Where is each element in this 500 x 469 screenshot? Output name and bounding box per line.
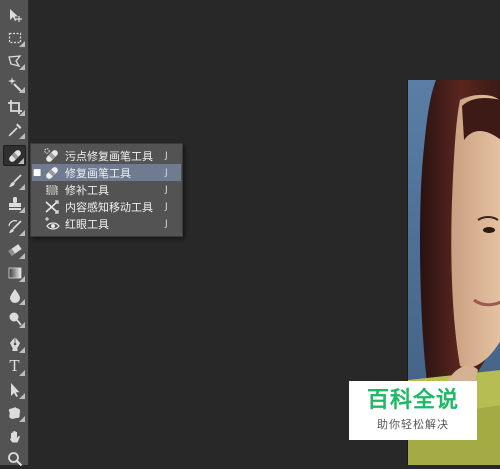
patch-icon [42, 181, 62, 198]
clone-stamp-tool[interactable] [3, 193, 26, 214]
healing-tools-flyout: 污点修复画笔工具 J ■ 修复画笔工具 J 修补工具 J 内容感知移动工具 J … [30, 143, 183, 237]
red-eye-item[interactable]: 红眼工具 J [32, 215, 181, 232]
tools-panel: T [0, 0, 29, 466]
crop-tool[interactable] [3, 96, 26, 117]
spot-healing-icon [42, 147, 62, 164]
eraser-tool[interactable] [3, 239, 26, 260]
flyout-item-shortcut: J [165, 218, 168, 229]
marquee-tool[interactable] [3, 27, 26, 48]
flyout-item-label: 内容感知移动工具 [65, 200, 153, 214]
magnifier-icon [7, 451, 22, 466]
zoom-tool[interactable] [3, 448, 26, 469]
flyout-item-label: 修补工具 [65, 183, 109, 197]
eyedropper-tool[interactable] [3, 119, 26, 140]
healing-brush-tool[interactable] [3, 145, 26, 166]
flyout-item-label: 修复画笔工具 [65, 166, 131, 180]
flyout-item-shortcut: J [165, 201, 168, 212]
content-aware-move-icon [42, 198, 62, 215]
move-tool[interactable] [3, 4, 26, 25]
dodge-tool[interactable] [3, 308, 26, 329]
healing-brush-item[interactable]: ■ 修复画笔工具 J [32, 164, 181, 181]
brush-tool[interactable] [3, 170, 26, 191]
lasso-tool[interactable] [3, 50, 26, 71]
path-selection-tool[interactable] [3, 379, 26, 400]
custom-shape-tool[interactable] [3, 402, 26, 423]
red-eye-icon [42, 215, 62, 232]
blur-tool[interactable] [3, 285, 26, 306]
flyout-item-label: 污点修复画笔工具 [65, 149, 153, 163]
healing-brush-icon [42, 164, 62, 181]
spot-healing-brush-item[interactable]: 污点修复画笔工具 J [32, 147, 181, 164]
magic-wand-tool[interactable] [3, 73, 26, 94]
flyout-item-shortcut: J [165, 167, 168, 178]
flyout-item-shortcut: J [165, 150, 168, 161]
watermark-subtitle: 助你轻松解决 [377, 418, 449, 432]
move-icon [9, 8, 22, 22]
type-tool[interactable]: T [3, 356, 26, 377]
watermark-logo: 百科全说 助你轻松解决 [349, 381, 477, 440]
gradient-tool[interactable] [3, 262, 26, 283]
selected-bullet: ■ [32, 167, 42, 178]
flyout-item-label: 红眼工具 [65, 217, 109, 231]
hand-tool[interactable] [3, 426, 26, 447]
flyout-item-shortcut: J [165, 184, 168, 195]
content-aware-move-item[interactable]: 内容感知移动工具 J [32, 198, 181, 215]
hand-icon [9, 430, 20, 442]
patch-tool-item[interactable]: 修补工具 J [32, 181, 181, 198]
watermark-title: 百科全说 [366, 387, 459, 413]
type-icon: T [9, 357, 20, 375]
pen-tool[interactable] [3, 333, 26, 354]
history-brush-tool[interactable] [3, 216, 26, 237]
